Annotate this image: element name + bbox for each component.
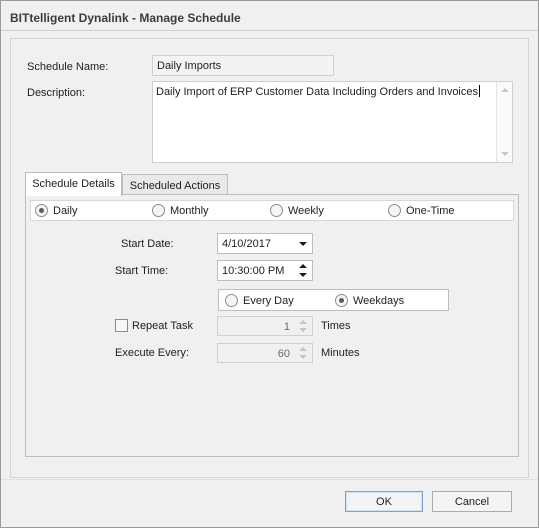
- window-title: BITtelligent Dynalink - Manage Schedule: [10, 11, 241, 25]
- radio-one-time[interactable]: One-Time: [388, 204, 455, 217]
- spin-up-icon[interactable]: [299, 347, 307, 351]
- start-date-label: Start Date:: [121, 238, 174, 250]
- radio-monthly[interactable]: Monthly: [152, 204, 209, 217]
- radio-empty-icon: [388, 204, 401, 217]
- spin-down-icon[interactable]: [299, 355, 307, 359]
- radio-empty-icon: [270, 204, 283, 217]
- spin-up-icon[interactable]: [299, 264, 307, 268]
- schedule-name-value: Daily Imports: [157, 60, 222, 72]
- start-time-label: Start Time:: [115, 265, 169, 277]
- radio-label: Monthly: [170, 204, 209, 217]
- scroll-up-icon[interactable]: [501, 88, 509, 92]
- manage-schedule-window: BITtelligent Dynalink - Manage Schedule …: [0, 0, 539, 528]
- tab-label: Schedule Details: [32, 178, 115, 190]
- description-value: Daily Import of ERP Customer Data Includ…: [156, 86, 478, 98]
- tab-schedule-details[interactable]: Schedule Details: [25, 172, 122, 196]
- radio-label: Every Day: [243, 294, 294, 307]
- radio-weekdays[interactable]: Weekdays: [335, 294, 404, 307]
- execute-every-label: Execute Every:: [115, 347, 189, 359]
- schedule-details-panel: Daily Monthly Weekly One-Time Start Date…: [25, 194, 519, 457]
- radio-weekly[interactable]: Weekly: [270, 204, 324, 217]
- radio-label: Daily: [53, 204, 78, 217]
- radio-empty-icon: [225, 294, 238, 307]
- execute-every-value: 60: [277, 348, 290, 360]
- radio-every-day[interactable]: Every Day: [225, 294, 294, 307]
- tab-scheduled-actions[interactable]: Scheduled Actions: [122, 174, 228, 196]
- radio-selected-icon: [335, 294, 348, 307]
- footer-divider: [1, 479, 538, 480]
- title-bar: BITtelligent Dynalink - Manage Schedule: [1, 1, 538, 31]
- repeat-task-checkbox[interactable]: [115, 319, 128, 332]
- spin-down-icon[interactable]: [299, 273, 307, 277]
- schedule-name-label: Schedule Name:: [27, 61, 109, 73]
- ok-button-label: OK: [376, 496, 392, 508]
- content-area: Schedule Name: Daily Imports Description…: [10, 38, 529, 478]
- radio-label: One-Time: [406, 204, 455, 217]
- execute-every-spinner[interactable]: 60: [217, 343, 313, 363]
- description-scrollbar[interactable]: [496, 82, 512, 162]
- tab-label: Scheduled Actions: [129, 180, 221, 192]
- radio-label: Weekdays: [353, 294, 405, 307]
- repeat-task-label: Repeat Task: [132, 320, 193, 332]
- spin-up-icon[interactable]: [299, 320, 307, 324]
- radio-label: Weekly: [288, 204, 324, 217]
- repeat-times-value: 1: [283, 321, 290, 333]
- description-field[interactable]: Daily Import of ERP Customer Data Includ…: [152, 81, 513, 163]
- description-label: Description:: [27, 87, 86, 99]
- cancel-button-label: Cancel: [454, 496, 490, 508]
- cancel-button[interactable]: Cancel: [432, 491, 512, 512]
- radio-daily[interactable]: Daily: [35, 204, 77, 217]
- repeat-times-spinner[interactable]: 1: [217, 316, 313, 336]
- start-time-value: 10:30:00 PM: [222, 265, 285, 277]
- start-date-value: 4/10/2017: [222, 238, 271, 250]
- schedule-name-field[interactable]: Daily Imports: [152, 55, 334, 76]
- start-date-picker[interactable]: 4/10/2017: [217, 233, 313, 254]
- text-caret: [479, 85, 480, 97]
- ok-button[interactable]: OK: [345, 491, 423, 512]
- radio-empty-icon: [152, 204, 165, 217]
- repeat-times-unit: Times: [321, 320, 351, 332]
- start-time-spinner[interactable]: 10:30:00 PM: [217, 260, 313, 281]
- dropdown-arrow-icon[interactable]: [299, 242, 307, 246]
- day-options: Every Day Weekdays: [218, 289, 449, 311]
- execute-every-unit: Minutes: [321, 347, 360, 359]
- spin-down-icon[interactable]: [299, 328, 307, 332]
- radio-selected-icon: [35, 204, 48, 217]
- frequency-options: Daily Monthly Weekly One-Time: [30, 200, 514, 221]
- scroll-down-icon[interactable]: [501, 152, 509, 156]
